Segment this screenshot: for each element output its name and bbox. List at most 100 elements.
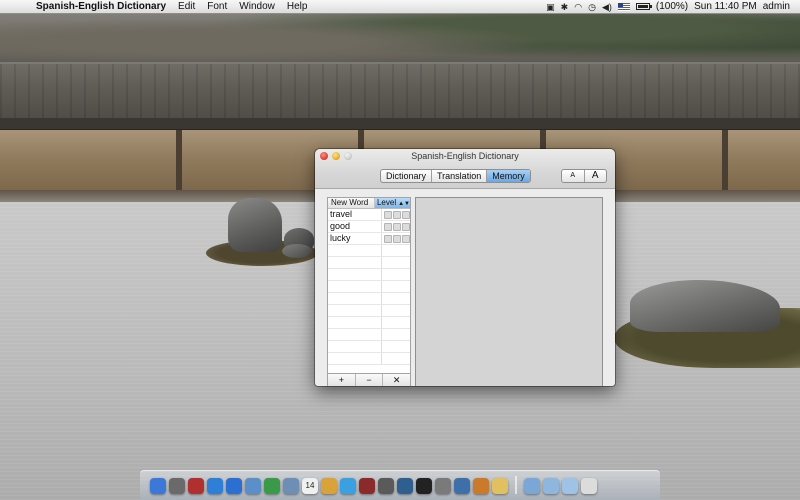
battery-percentage: (100%) [655, 0, 689, 12]
level-cell [382, 329, 410, 340]
level-cell [382, 281, 410, 292]
dock-items: 14 [148, 472, 660, 494]
tab-translation[interactable]: Translation [432, 170, 488, 182]
memory-detail-panel [415, 197, 603, 386]
level-cell [382, 245, 410, 256]
bluetooth-icon[interactable]: ✱ [561, 0, 569, 14]
menu-user[interactable]: admin [763, 0, 790, 14]
table-row[interactable] [328, 245, 410, 257]
tab-memory[interactable]: Memory [487, 170, 530, 182]
dock-terminal-icon[interactable] [416, 478, 432, 494]
dock-notes-icon[interactable] [492, 478, 508, 494]
level-cell [382, 233, 410, 244]
word-cell: good [328, 221, 382, 232]
tab-dictionary[interactable]: Dictionary [381, 170, 433, 182]
level-cell [382, 209, 410, 220]
time-machine-icon[interactable]: ◷ [588, 0, 596, 14]
table-row[interactable]: travel [328, 209, 410, 221]
dock-documents-icon[interactable] [543, 478, 559, 494]
battery-icon[interactable] [635, 3, 652, 10]
menu-app-name[interactable]: Spanish-English Dictionary [36, 0, 172, 14]
word-cell: travel [328, 209, 382, 220]
dictionary-window: Spanish-English Dictionary Dictionary Tr… [315, 149, 615, 386]
column-header-new-word[interactable]: New Word [328, 198, 375, 208]
level-box-icon[interactable] [402, 210, 410, 219]
level-cell [382, 293, 410, 304]
word-cell [328, 257, 382, 268]
dock-facetime-icon[interactable] [264, 478, 280, 494]
dock-dictionary-icon[interactable] [359, 478, 375, 494]
dock-gear-icon[interactable] [435, 478, 451, 494]
level-cell [382, 353, 410, 364]
clear-words-button[interactable]: ✕ [383, 374, 410, 386]
table-row[interactable]: good [328, 221, 410, 233]
wallpaper-rock [228, 198, 282, 252]
menu-font[interactable]: Font [201, 0, 233, 14]
word-cell [328, 293, 382, 304]
column-header-level[interactable]: Level ▲▼ [374, 198, 410, 208]
level-box-icon[interactable] [384, 234, 392, 243]
column-header-level-label: Level [376, 198, 397, 207]
decrease-font-button[interactable]: A [562, 170, 585, 182]
level-box-icon[interactable] [402, 234, 410, 243]
level-box-icon[interactable] [393, 222, 401, 231]
menu-window[interactable]: Window [233, 0, 281, 14]
level-cell [382, 221, 410, 232]
dock-photos-icon[interactable] [321, 478, 337, 494]
increase-font-button[interactable]: A [585, 170, 607, 182]
level-box-icon[interactable] [393, 234, 401, 243]
level-box-icon[interactable] [402, 222, 410, 231]
table-row[interactable] [328, 257, 410, 269]
volume-icon[interactable]: ◀) [602, 0, 612, 14]
window-title: Spanish-English Dictionary [411, 151, 519, 161]
menu-help[interactable]: Help [281, 0, 314, 14]
dock-script-icon[interactable] [473, 478, 489, 494]
table-header: New Word Level ▲▼ [328, 198, 410, 209]
dock-finder-icon[interactable] [150, 478, 166, 494]
level-cell [382, 257, 410, 268]
dock-safari-icon[interactable] [207, 478, 223, 494]
add-word-button[interactable]: + [328, 374, 356, 386]
menu-clock[interactable]: Sun 11:40 PM [694, 0, 757, 14]
table-row[interactable] [328, 269, 410, 281]
wallpaper-roof-eave [0, 118, 800, 130]
table-row[interactable] [328, 341, 410, 353]
dock-separator [515, 476, 517, 494]
dock-folder-icon[interactable] [524, 478, 540, 494]
dock-preview-icon[interactable] [283, 478, 299, 494]
dock-app-store-icon[interactable] [226, 478, 242, 494]
level-cell [382, 269, 410, 280]
table-row[interactable] [328, 317, 410, 329]
table-row[interactable] [328, 329, 410, 341]
level-box-icon[interactable] [393, 210, 401, 219]
dock-mail-icon[interactable] [245, 478, 261, 494]
dock-time-machine-icon[interactable] [397, 478, 413, 494]
word-cell: lucky [328, 233, 382, 244]
word-cell [328, 329, 382, 340]
window-titlebar[interactable]: Spanish-English Dictionary Dictionary Tr… [315, 149, 615, 189]
table-row[interactable] [328, 305, 410, 317]
dock-itunes-icon[interactable] [340, 478, 356, 494]
dock-compass-icon[interactable] [378, 478, 394, 494]
remove-word-button[interactable]: − [356, 374, 384, 386]
level-box-icon[interactable] [384, 222, 392, 231]
dock-photo-booth-icon[interactable] [188, 478, 204, 494]
dock-user-icon[interactable] [454, 478, 470, 494]
level-box-icon[interactable] [384, 210, 392, 219]
dock-trash-icon[interactable] [581, 478, 597, 494]
table-row[interactable] [328, 293, 410, 305]
wifi-icon[interactable]: ◠ [574, 0, 582, 14]
word-cell [328, 269, 382, 280]
table-row[interactable] [328, 353, 410, 365]
screen-sharing-icon[interactable]: ▣ [546, 0, 555, 14]
us-flag-icon[interactable] [617, 2, 630, 11]
word-cell [328, 341, 382, 352]
dock-launchpad-icon[interactable] [169, 478, 185, 494]
table-row[interactable] [328, 281, 410, 293]
dock-calendar-icon[interactable]: 14 [302, 478, 318, 494]
dock-downloads-icon[interactable] [562, 478, 578, 494]
wallpaper-rock [282, 244, 312, 258]
word-cell [328, 281, 382, 292]
table-row[interactable]: lucky [328, 233, 410, 245]
menu-edit[interactable]: Edit [172, 0, 201, 14]
